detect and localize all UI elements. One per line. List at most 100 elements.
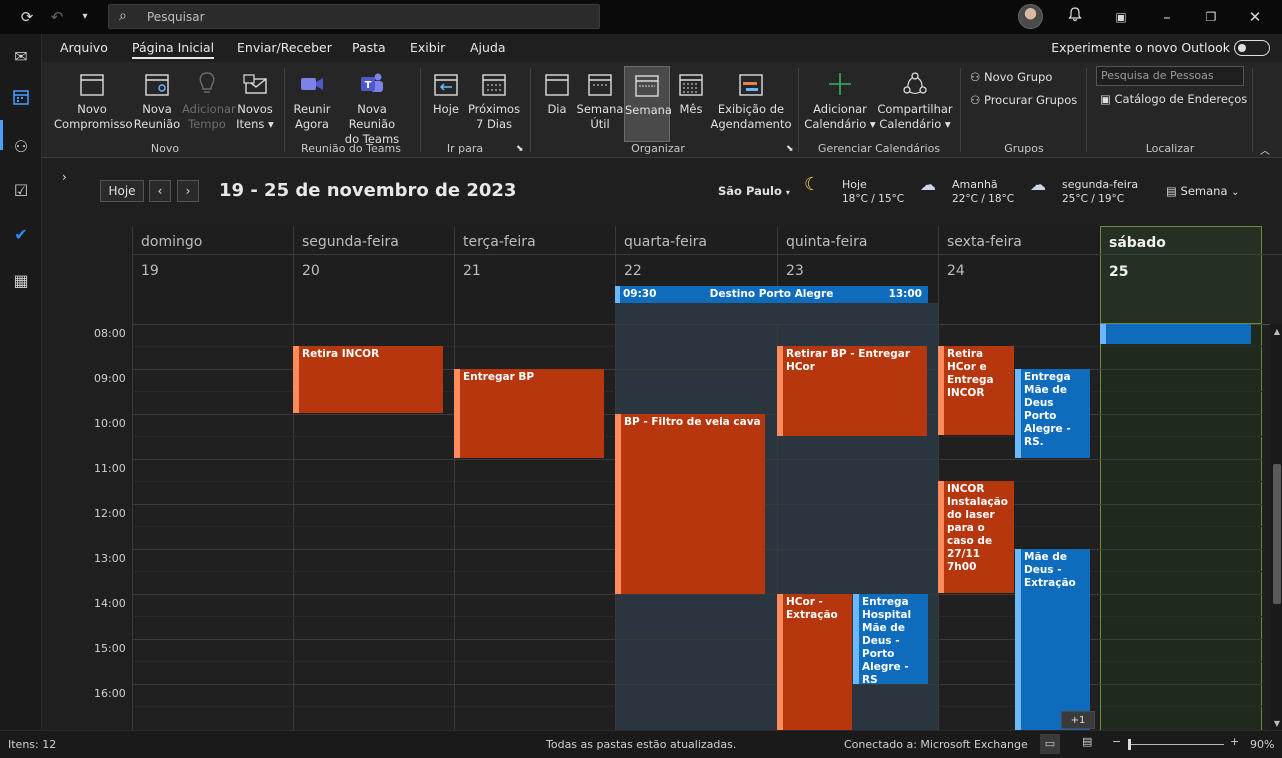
sync-icon[interactable]: ⟳ <box>16 6 38 28</box>
menu-ajuda[interactable]: Ajuda <box>470 40 506 55</box>
people-icon[interactable]: ⚇ <box>8 134 34 160</box>
restore-icon[interactable]: ❐ <box>1200 6 1222 28</box>
today-nav-button[interactable]: Hoje <box>100 180 144 202</box>
dialog-launcher-icon[interactable]: ⬊ <box>786 144 794 154</box>
previous-week-button[interactable]: ‹ <box>149 180 171 202</box>
browse-groups-button[interactable]: ⚇ Procurar Grupos <box>970 93 1077 107</box>
menu-enviar-receber[interactable]: Enviar/Receber <box>237 40 332 55</box>
work-week-view-button[interactable]: Semana Útil <box>576 66 624 132</box>
new-appointment-button[interactable]: Novo Compromisso <box>54 66 133 132</box>
day-view-button[interactable]: Dia <box>538 66 576 117</box>
quick-access-dropdown-icon[interactable]: ▾ <box>74 6 96 28</box>
zoom-slider[interactable] <box>1128 739 1224 750</box>
avatar[interactable] <box>1018 4 1043 29</box>
time-label: 12:00 <box>94 507 126 520</box>
view-selector[interactable]: ▤ Semana ⌄ <box>1166 184 1240 198</box>
group-icon: ⚇ <box>970 70 981 84</box>
zoom-out-icon[interactable]: − <box>1112 735 1121 748</box>
todo-icon[interactable]: ✔ <box>8 222 34 248</box>
meet-now-button[interactable]: Reunir Agora <box>290 66 334 132</box>
group-label-grupos: Grupos <box>1004 142 1044 155</box>
zoom-in-icon[interactable]: + <box>1230 735 1239 748</box>
group-label-gerenciar: Gerenciar Calendários <box>817 142 941 155</box>
new-meeting-button[interactable]: Nova Reunião <box>132 66 182 132</box>
bell-icon[interactable] <box>1064 6 1086 28</box>
event-entrega-mae-de-deus[interactable]: Entrega Mãe de Deus Porto Alegre - RS. <box>1015 369 1090 458</box>
day-header-saturday[interactable]: sábado 25 <box>1100 226 1262 324</box>
new-group-button[interactable]: ⚇ Novo Grupo <box>970 70 1052 84</box>
more-events-badge[interactable]: +1 <box>1061 711 1095 729</box>
menu-arquivo[interactable]: Arquivo <box>60 40 108 55</box>
event-entregar-bp[interactable]: Entregar BP <box>454 369 604 458</box>
group-label-ir-para: Ir para <box>446 142 484 155</box>
connection-status: Conectado a: Microsoft Exchange <box>844 738 1028 751</box>
search-input[interactable]: ⌕ Pesquisar <box>108 4 600 29</box>
half-hour-line <box>132 616 1262 617</box>
event-incor-laser[interactable]: INCOR Instalação do laser para o caso de… <box>938 481 1014 593</box>
expand-folder-pane-icon[interactable]: › <box>62 170 67 184</box>
allday-event[interactable]: 09:30 Destino Porto Alegre 13:00 <box>615 286 928 303</box>
address-book-icon: ▣ <box>1100 92 1111 106</box>
calendar-icon[interactable] <box>8 88 34 114</box>
tasks-icon[interactable]: ☑ <box>8 178 34 204</box>
new-teams-meeting-button[interactable]: T Nova Reunião do Teams <box>334 66 410 147</box>
month-view-button[interactable]: Mês <box>672 66 710 117</box>
day-header-tuesday[interactable]: terça-feira 21 <box>454 226 615 324</box>
day-header-friday[interactable]: sexta-feira 24 <box>938 226 1100 324</box>
dialog-launcher-icon[interactable]: ⬊ <box>516 144 524 154</box>
next-7-days-button[interactable]: Próximos 7 Dias <box>466 66 522 132</box>
time-label: 10:00 <box>94 417 126 430</box>
svg-text:T: T <box>365 80 372 91</box>
schedule-view-button[interactable]: Exibição de Agendamento <box>710 66 792 132</box>
menu-exibir[interactable]: Exibir <box>410 40 445 55</box>
ribbon-display-icon[interactable]: ▣ <box>1110 6 1132 28</box>
address-book-button[interactable]: ▣ Catálogo de Endereços <box>1100 92 1247 106</box>
normal-view-icon[interactable]: ▭ <box>1040 734 1060 754</box>
event-entrega-hospital[interactable]: Entrega Hospital Mãe de Deus - Porto Ale… <box>853 594 928 684</box>
hour-line <box>132 684 1262 685</box>
add-time-button[interactable]: Adicionar Tempo <box>182 66 236 132</box>
event-retira-hcor-entrega-incor[interactable]: Retira HCor e Entrega INCOR <box>938 346 1014 435</box>
event-hcor-extracao[interactable]: HCor - Extração <box>777 594 852 730</box>
event-bp-filtro[interactable]: BP - Filtro de veia cava <box>615 414 765 594</box>
scroll-thumb[interactable] <box>1273 464 1281 604</box>
share-calendar-button[interactable]: Compartilhar Calendário ▾ <box>876 66 954 132</box>
close-icon[interactable]: ✕ <box>1244 6 1266 28</box>
menu-pasta[interactable]: Pasta <box>352 40 386 55</box>
people-search-input[interactable]: Pesquisa de Pessoas <box>1096 66 1244 86</box>
week-view-button[interactable]: Semana <box>624 66 672 142</box>
undo-icon[interactable]: ↶ <box>46 6 68 28</box>
city-selector[interactable]: São Paulo ▾ <box>718 184 790 198</box>
scroll-down-icon[interactable]: ▼ <box>1272 719 1282 728</box>
vertical-scrollbar[interactable]: ▲ ▼ <box>1270 324 1282 730</box>
ribbon-separator <box>1086 68 1087 152</box>
time-grid: 08:00 09:00 10:00 11:00 12:00 13:00 14:0… <box>42 324 1270 730</box>
group-label-novo: Novo <box>150 142 180 155</box>
apps-icon[interactable]: ▦ <box>8 268 34 294</box>
ribbon: Novo Compromisso Nova Reunião Adicionar Tem… <box>42 62 1282 158</box>
sync-status: Todas as pastas estão atualizadas. <box>546 738 737 751</box>
new-outlook-toggle[interactable] <box>1234 40 1270 56</box>
zoom-level[interactable]: 90% <box>1250 738 1274 751</box>
day-header-sunday[interactable]: domingo 19 <box>132 226 293 324</box>
minimize-icon[interactable]: – <box>1156 6 1178 28</box>
event-retirar-bp-entregar-hcor[interactable]: Retirar BP - Entregar HCor <box>777 346 927 436</box>
scroll-up-icon[interactable]: ▲ <box>1272 327 1282 336</box>
day-header-monday[interactable]: segunda-feira 20 <box>293 226 454 324</box>
reading-view-icon[interactable]: ▤ <box>1082 735 1092 748</box>
search-icon: ⌕ <box>119 8 127 24</box>
new-items-button[interactable]: Novos Itens ▾ <box>232 66 278 132</box>
menu-pagina-inicial[interactable]: Página Inicial <box>132 40 215 59</box>
weather-monday: ☁ segunda-feira 25°C / 19°C <box>1030 175 1139 206</box>
mail-icon[interactable]: ✉ <box>8 44 34 70</box>
event-retira-incor[interactable]: Retira INCOR <box>293 346 443 413</box>
day-column-sunday[interactable] <box>132 324 293 730</box>
event-mae-de-deus-extracao[interactable]: Mãe de Deus - Extração <box>1015 549 1090 730</box>
collapse-ribbon-icon[interactable]: ︿ <box>1260 142 1270 157</box>
day-column-saturday[interactable] <box>1100 324 1262 730</box>
group-label-teams: Reunião do Teams <box>301 142 401 155</box>
event-saturday[interactable] <box>1100 324 1251 344</box>
add-calendar-button[interactable]: Adicionar Calendário ▾ <box>804 66 876 132</box>
today-button[interactable]: Hoje <box>426 66 466 117</box>
next-week-button[interactable]: › <box>177 180 199 202</box>
